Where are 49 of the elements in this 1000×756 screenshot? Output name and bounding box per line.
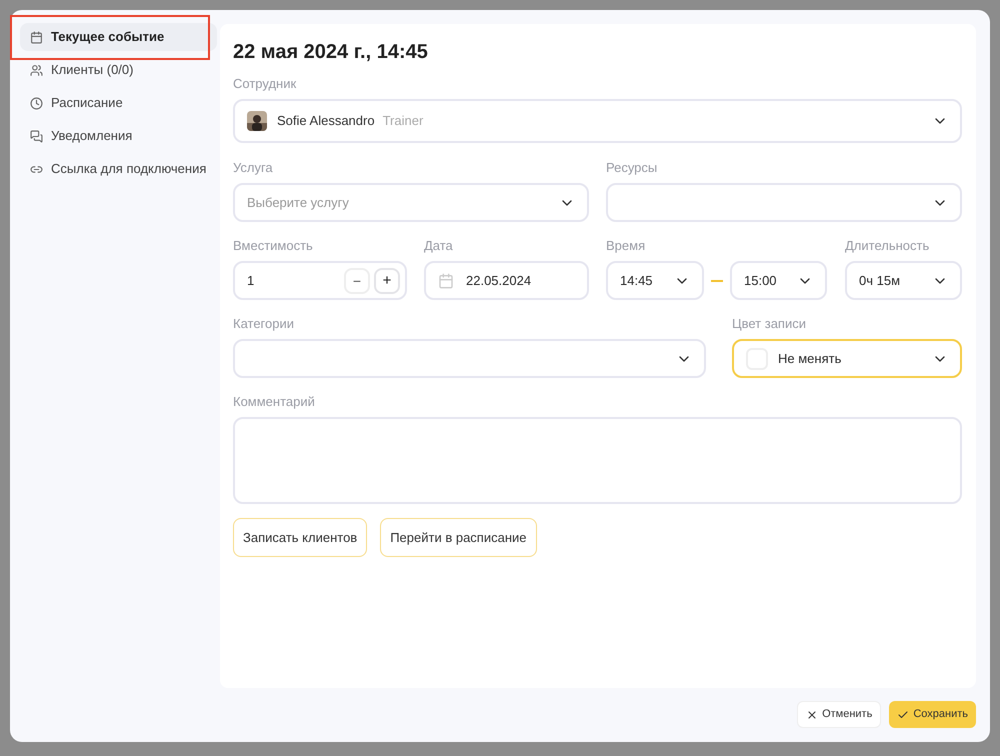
employee-name: Sofie Alessandro [277, 112, 375, 130]
increase-button[interactable]: + [374, 268, 400, 294]
field-label: Дата [424, 237, 454, 254]
record-color-value: Не менять [778, 350, 842, 368]
field-label: Вместимость [233, 237, 314, 254]
action-button[interactable]: Записать клиентов [233, 518, 368, 557]
resources-select[interactable] [606, 183, 962, 222]
employee-select[interactable]: Sofie Alessandro Trainer [233, 99, 962, 143]
start-time-select[interactable]: 14:45 [606, 261, 704, 300]
date-value: 22.05.2024 [466, 272, 532, 290]
calendar-icon [30, 30, 43, 44]
sidebar-item[interactable]: Текущее событие [20, 23, 217, 51]
end-time: 15:00 [744, 272, 777, 290]
start-time: 14:45 [620, 272, 653, 290]
field-label: Цвет записи [732, 315, 807, 332]
field-label: Комментарий [233, 393, 316, 410]
calendar-icon [438, 272, 454, 288]
duration-select[interactable]: 0ч 15м [845, 261, 962, 300]
duration-value: 0ч 15м [859, 272, 900, 290]
field-label: Длительность [845, 237, 930, 254]
check-icon [897, 708, 910, 720]
save-button[interactable]: Сохранить [889, 701, 976, 728]
time-dash [711, 280, 723, 282]
sidebar-item[interactable]: Расписание [20, 89, 217, 117]
end-time-select[interactable]: 15:00 [730, 261, 827, 300]
field-label: Ресурсы [606, 159, 658, 176]
sidebar-item[interactable]: Уведомления [20, 122, 217, 150]
close-icon [806, 708, 818, 720]
employee-role: Trainer [382, 112, 424, 130]
capacity-field[interactable]: 1 − + [233, 261, 407, 300]
comment-field[interactable] [233, 417, 962, 504]
field-label: Сотрудник [233, 75, 298, 92]
field-label: Категории [233, 315, 295, 332]
field-label: Услуга [233, 159, 274, 176]
field-label: Время [606, 237, 646, 254]
categories-select[interactable] [233, 339, 706, 378]
date-field[interactable]: 22.05.2024 [424, 261, 589, 300]
people-icon [30, 64, 43, 76]
service-placeholder: Выберите услугу [247, 194, 349, 212]
sidebar-item[interactable]: Ссылка для подключения [20, 155, 217, 183]
action-button[interactable]: Перейти в расписание [380, 518, 537, 557]
capacity-value: 1 [247, 272, 254, 290]
chat-icon [30, 130, 43, 142]
sidebar-item[interactable]: Клиенты (0/0) [20, 56, 217, 84]
event-title: 22 мая 2024 г., 14:45 [233, 40, 429, 65]
clock-icon [30, 96, 43, 110]
cancel-button[interactable]: Отменить [797, 701, 882, 728]
record-color-select[interactable]: Не менять [732, 339, 962, 378]
decrease-button[interactable]: − [344, 268, 370, 294]
